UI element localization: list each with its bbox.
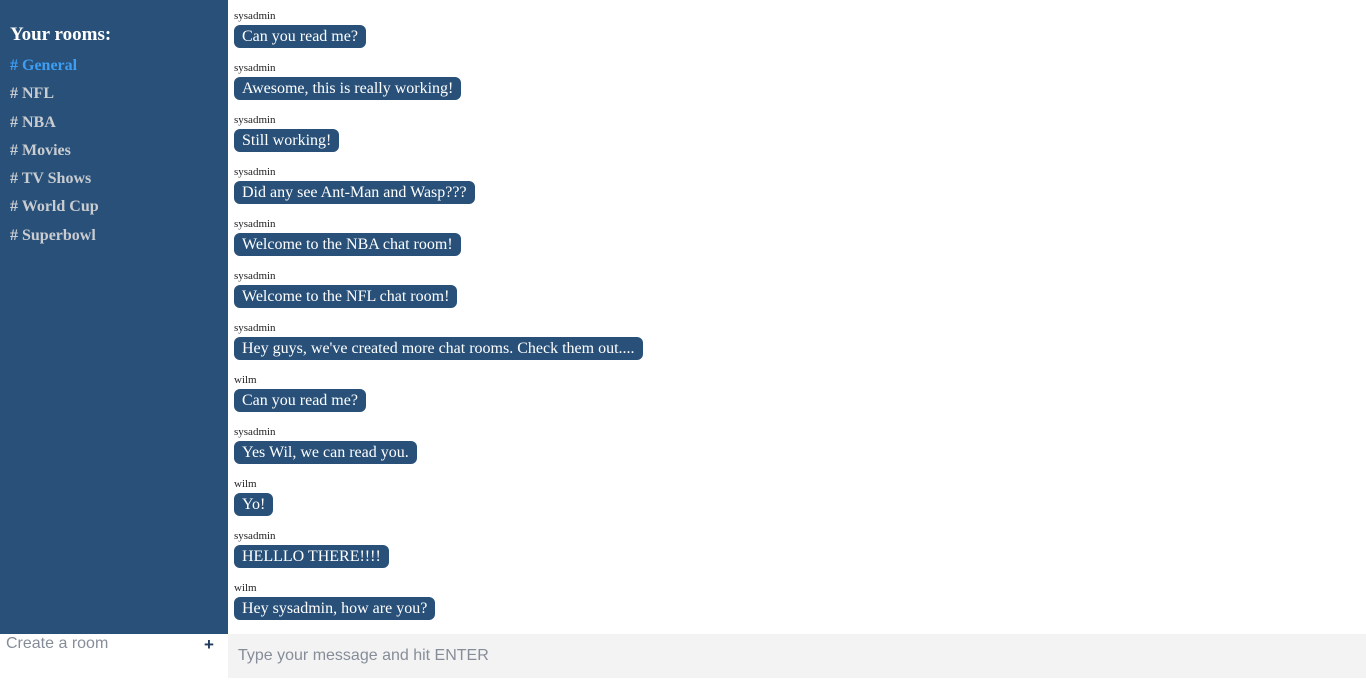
message-username: wilm [234, 582, 257, 594]
message: sysadmin Still working! [234, 113, 643, 165]
message: sysadmin Welcome to the NFL chat room! [234, 269, 643, 321]
composer [228, 634, 1366, 678]
room-movies[interactable]: # Movies [10, 141, 99, 169]
message-username: sysadmin [234, 530, 276, 542]
message-bubble: HELLLO THERE!!!! [234, 545, 389, 568]
room-nba[interactable]: # NBA [10, 113, 99, 141]
message-username: wilm [234, 374, 257, 386]
message: sysadmin Hey guys, we've created more cha… [234, 321, 643, 373]
message-username: sysadmin [234, 270, 276, 282]
room-list: # General # NFL # NBA # Movies # TV Show… [10, 56, 99, 254]
room-general[interactable]: # General [10, 56, 99, 84]
room-nfl[interactable]: # NFL [10, 84, 99, 112]
message-bubble: Can you read me? [234, 25, 366, 48]
room-tv-shows[interactable]: # TV Shows [10, 169, 99, 197]
add-room-button[interactable]: + [204, 635, 214, 655]
message-username: sysadmin [234, 10, 276, 22]
message-bubble: Welcome to the NBA chat room! [234, 233, 461, 256]
message-bubble: Yes Wil, we can read you. [234, 441, 417, 464]
message: sysadmin HELLLO THERE!!!! [234, 529, 643, 581]
sidebar: Your rooms: # General # NFL # NBA # Movi… [0, 0, 228, 634]
message-bubble: Hey sysadmin, how are you? [234, 597, 436, 620]
room-superbowl[interactable]: # Superbowl [10, 226, 99, 254]
room-world-cup[interactable]: # World Cup [10, 197, 99, 225]
message-username: sysadmin [234, 114, 276, 126]
message: wilm Hey sysadmin, how are you? [234, 581, 643, 633]
create-room-bar: + [0, 634, 228, 678]
message-bubble: Did any see Ant-Man and Wasp??? [234, 181, 475, 204]
message: sysadmin Did any see Ant-Man and Wasp??? [234, 165, 643, 217]
message-input[interactable] [238, 634, 1338, 678]
message: wilm Yo! [234, 477, 643, 529]
message: sysadmin Welcome to the NBA chat room! [234, 217, 643, 269]
message-bubble: Yo! [234, 493, 274, 516]
message: sysadmin Yes Wil, we can read you. [234, 425, 643, 477]
message-bubble: Can you read me? [234, 389, 366, 412]
message-username: sysadmin [234, 166, 276, 178]
create-room-input[interactable] [6, 634, 196, 654]
message-username: sysadmin [234, 218, 276, 230]
message-username: wilm [234, 478, 257, 490]
message-bubble: Awesome, this is really working! [234, 77, 462, 100]
message-username: sysadmin [234, 62, 276, 74]
message-list: sysadmin Can you read me? sysadmin Awesome,… [234, 9, 643, 633]
message-bubble: Hey guys, we've created more chat rooms.… [234, 337, 643, 360]
message: wilm Can you read me? [234, 373, 643, 425]
message-username: sysadmin [234, 322, 276, 334]
message: sysadmin Can you read me? [234, 9, 643, 61]
message: sysadmin Awesome, this is really working! [234, 61, 643, 113]
message-bubble: Welcome to the NFL chat room! [234, 285, 458, 308]
message-bubble: Still working! [234, 129, 340, 152]
message-username: sysadmin [234, 426, 276, 438]
rooms-heading: Your rooms: [10, 24, 112, 45]
